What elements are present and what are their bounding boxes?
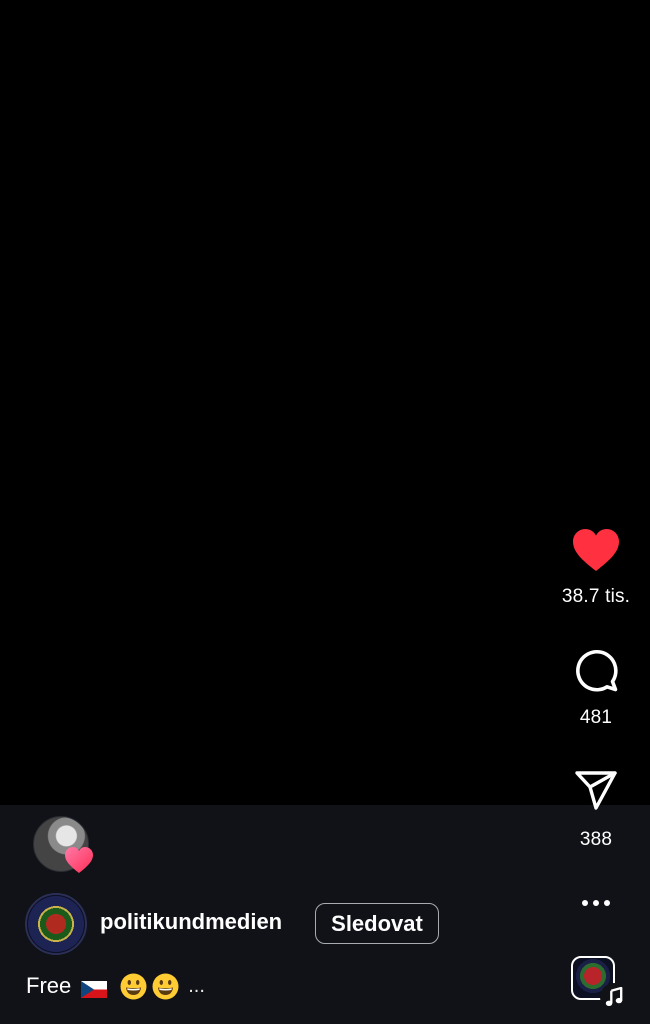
- comment-action: 481: [541, 648, 650, 729]
- more-options-button[interactable]: [570, 888, 622, 918]
- author-username[interactable]: politikundmedien: [100, 909, 282, 935]
- follow-button[interactable]: Sledovat: [315, 903, 439, 944]
- likes-count[interactable]: 38.7 tis.: [541, 586, 650, 608]
- paper-plane-icon[interactable]: [574, 770, 618, 812]
- caption-text: Free: [26, 973, 72, 998]
- comments-count[interactable]: 481: [541, 707, 650, 729]
- grinning-face-emoji: [152, 973, 179, 1000]
- grinning-face-emoji: [120, 973, 147, 1000]
- music-note-icon: [600, 983, 628, 1011]
- heart-icon[interactable]: [572, 528, 620, 572]
- share-action: 388: [541, 770, 650, 851]
- shares-count[interactable]: 388: [541, 829, 650, 851]
- comment-bubble-icon[interactable]: [574, 648, 618, 692]
- more-horizontal-icon: [582, 900, 588, 906]
- more-dot: [604, 900, 610, 906]
- czech-flag-emoji: [81, 978, 108, 998]
- reel-caption[interactable]: Free ...: [26, 971, 205, 1001]
- caption-more-link[interactable]: ...: [188, 975, 205, 998]
- author-avatar[interactable]: [25, 893, 87, 955]
- like-action: 38.7 tis.: [541, 528, 650, 608]
- more-dot: [593, 900, 599, 906]
- liked-heart-badge-icon: [65, 847, 93, 873]
